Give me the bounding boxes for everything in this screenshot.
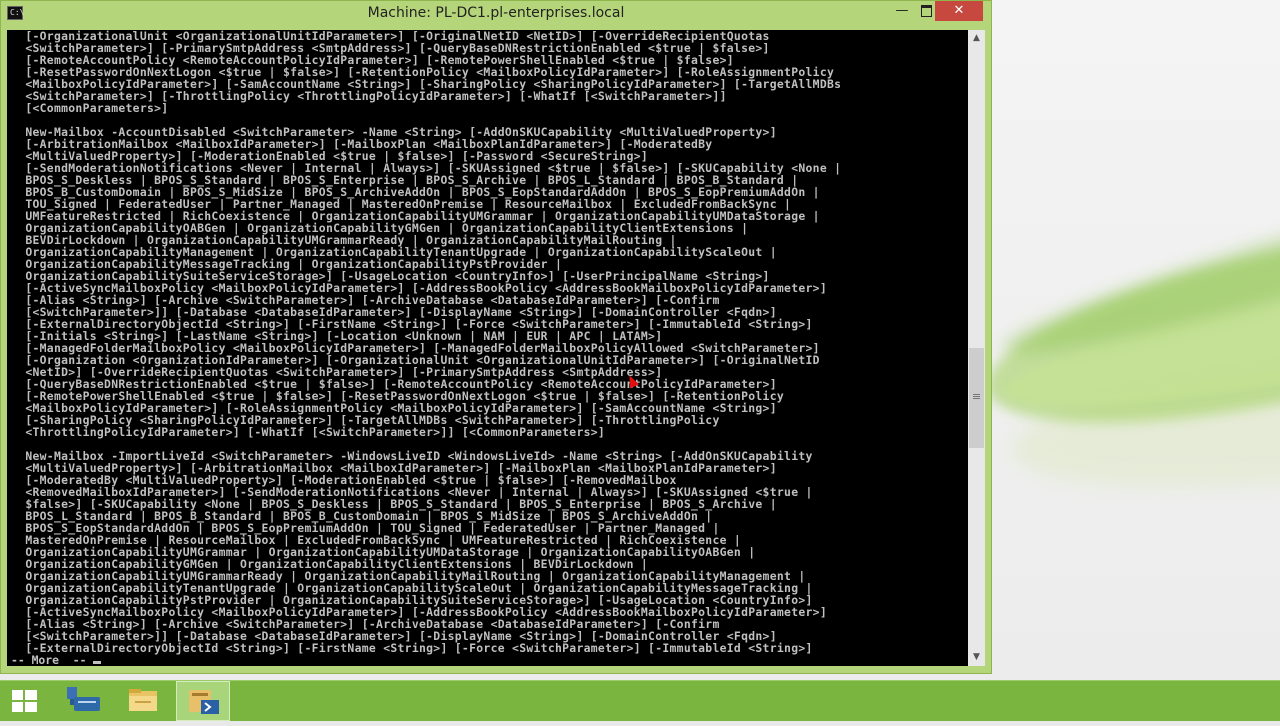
scroll-up-arrow-icon[interactable]: ▲ bbox=[968, 30, 985, 47]
file-explorer-button[interactable] bbox=[116, 681, 170, 721]
scrollbar-thumb[interactable] bbox=[969, 348, 984, 449]
more-prompt: -- More -- bbox=[11, 653, 102, 666]
more-prompt-text: -- More -- bbox=[11, 653, 87, 666]
console-text: [-OrganizationalUnit <OrganizationalUnit… bbox=[7, 30, 968, 654]
console-line: <ThrottlingPolicyIdParameter>] [-WhatIf … bbox=[11, 425, 606, 439]
text-cursor bbox=[93, 661, 102, 664]
start-button[interactable] bbox=[0, 681, 54, 721]
grip-icon bbox=[973, 394, 980, 398]
close-button[interactable]: ✕ bbox=[935, 1, 983, 21]
scroll-down-arrow-icon[interactable]: ▼ bbox=[968, 649, 985, 666]
console-window: C:\ Machine: PL-DC1.pl-enterprises.local… bbox=[0, 0, 992, 674]
title-bar[interactable]: C:\ Machine: PL-DC1.pl-enterprises.local… bbox=[1, 1, 991, 29]
windows-logo-icon bbox=[12, 690, 38, 712]
powershell-icon bbox=[189, 690, 219, 714]
server-manager-button[interactable] bbox=[56, 681, 110, 721]
powershell-button[interactable] bbox=[176, 681, 230, 721]
console-line: [-ExternalDirectoryObjectId <String>] [-… bbox=[11, 641, 813, 655]
console-output[interactable]: [-OrganizationalUnit <OrganizationalUnit… bbox=[7, 30, 968, 666]
maximize-icon bbox=[920, 4, 932, 17]
grip-line bbox=[973, 398, 980, 400]
server-manager-icon bbox=[67, 687, 100, 711]
folder-icon bbox=[129, 689, 157, 711]
window-title: Machine: PL-DC1.pl-enterprises.local bbox=[367, 5, 625, 21]
console-line: [<CommonParameters>] bbox=[11, 101, 169, 115]
vertical-scrollbar[interactable]: ▲ ▼ bbox=[968, 30, 985, 666]
taskbar bbox=[0, 680, 1280, 721]
